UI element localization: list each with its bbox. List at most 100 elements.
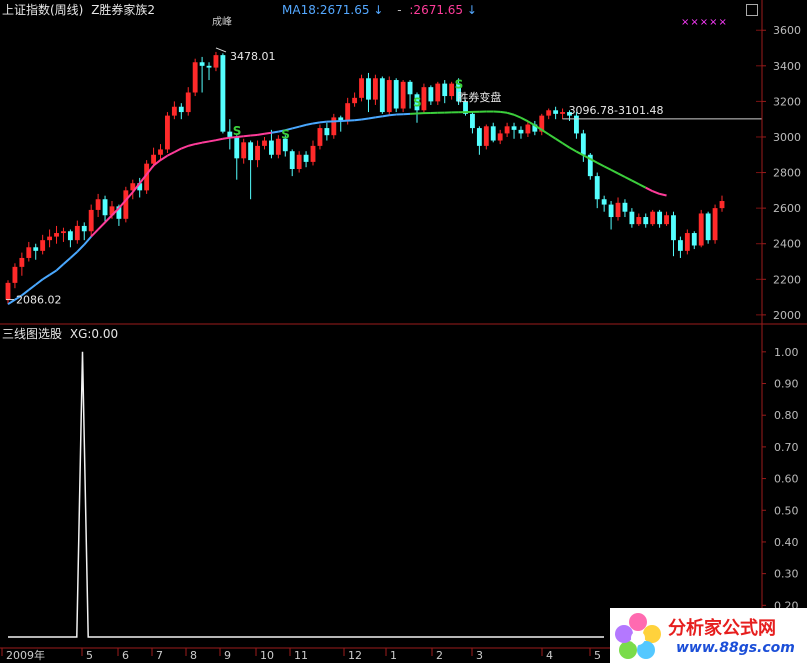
ma-segment [173, 147, 182, 153]
ma-segment [312, 121, 321, 125]
candle-body [470, 113, 475, 129]
candle-body [393, 80, 399, 109]
x-tick-label: 10 [260, 649, 274, 662]
candle-body [241, 142, 247, 159]
candle-body [553, 110, 559, 114]
xg-line [8, 351, 604, 638]
candle-body [234, 136, 240, 159]
ma-segment [104, 214, 113, 224]
candle-body [428, 87, 434, 102]
candle-body [54, 233, 59, 237]
ma-segment [500, 110, 508, 114]
sub-y-tick-label: 0.60 [774, 473, 799, 486]
candle-body [123, 190, 129, 219]
candle-body [26, 247, 32, 258]
sell-signal-mark: S [233, 124, 242, 138]
candle-body [352, 97, 358, 104]
price-annotation: 3096.78-3101.48 [569, 104, 664, 117]
grid-lines [756, 29, 762, 316]
ma-segment [69, 250, 78, 259]
candle-body [88, 209, 94, 232]
ma-segment [291, 125, 300, 130]
candle-body [324, 128, 330, 136]
candle-body [421, 87, 427, 111]
y-tick-label: 3400 [773, 60, 801, 73]
ma-segment [62, 257, 72, 265]
flower-logo-icon [615, 613, 661, 659]
annotation-pointer [215, 47, 227, 53]
ma-segment [562, 142, 571, 149]
candle-body [449, 83, 455, 97]
candle-body [213, 55, 219, 68]
top-peak-label: 成峰 [212, 17, 232, 28]
candle-body [81, 225, 87, 232]
candle-body [275, 138, 281, 155]
candle-body [151, 154, 156, 164]
x-tick-label: 6 [122, 649, 129, 662]
ma-segment [513, 113, 522, 119]
window-restore-icon[interactable] [746, 4, 758, 16]
ma-segment [548, 133, 557, 140]
y-tick-label: 3600 [773, 24, 801, 37]
ma-segment [35, 278, 44, 286]
candle-body [608, 204, 614, 218]
ma-segment [617, 172, 626, 178]
candle-body [289, 151, 295, 169]
candle-body [560, 112, 565, 114]
ma-segment [187, 143, 196, 147]
ma-segment [49, 269, 58, 276]
stars-marks: ××××× [681, 17, 728, 28]
ma-segment [382, 114, 390, 118]
sub-y-tick-label: 0.30 [774, 568, 799, 581]
ma-segment [159, 154, 168, 161]
ma-readout: MA18:2671.65 ↓ - :2671.65 ↓ [282, 3, 477, 17]
candle-body [698, 213, 704, 246]
candle-body [158, 149, 163, 155]
candle-body [483, 126, 489, 146]
candle-body [178, 106, 184, 113]
value2-arrow-icon: ↓ [466, 3, 477, 17]
ma-segment [569, 146, 577, 153]
candle-body [636, 217, 642, 225]
x-tick-label: 1 [390, 649, 397, 662]
x-tick-label: 11 [294, 649, 308, 662]
candle-body [40, 240, 46, 251]
ma-segment [264, 131, 272, 135]
indicator-name: Z胜券家族2 [91, 3, 156, 17]
sell-signal-mark: S [413, 95, 422, 109]
candle-body [657, 211, 663, 225]
candle-body [95, 199, 101, 210]
candle-body [664, 215, 669, 225]
candle-body [677, 240, 683, 251]
candle-body [262, 140, 267, 146]
candle-body [310, 145, 316, 162]
x-tick-label: 2009年 [6, 648, 45, 662]
ma-segment [319, 120, 327, 124]
ma-segment [555, 137, 564, 145]
candle-body [74, 225, 80, 241]
ma-segment [55, 263, 65, 272]
x-tick-label: 12 [348, 649, 362, 662]
candle-body [366, 78, 371, 100]
sub-y-tick-label: 0.80 [774, 409, 799, 422]
candle-body [629, 211, 635, 225]
ma-segment [83, 235, 92, 246]
x-tick-label: 9 [224, 649, 231, 662]
candle-body [386, 80, 392, 113]
ma-segment [7, 298, 16, 306]
ma-segment [215, 137, 224, 142]
candle-body [435, 83, 441, 102]
candle-body [19, 257, 25, 267]
candle-body [47, 236, 53, 241]
ma-segment [257, 132, 265, 136]
candle-body [622, 202, 628, 212]
candle-body [345, 103, 351, 121]
candle-body [407, 81, 413, 95]
candle-body [303, 154, 309, 162]
ma-segment [250, 133, 258, 137]
ma-segment [208, 139, 217, 143]
ma-segment [166, 151, 175, 157]
price-annotation: 2086.02 [16, 294, 62, 307]
candle-body [296, 154, 302, 169]
candle-body [546, 110, 552, 116]
